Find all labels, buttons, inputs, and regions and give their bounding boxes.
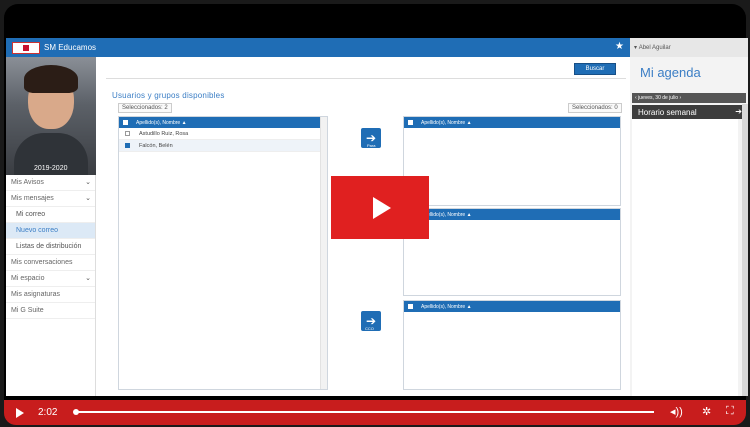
chevron-down-icon: ⌄ bbox=[85, 195, 91, 202]
agenda-scrollbar[interactable] bbox=[742, 104, 748, 396]
row-checkbox[interactable] bbox=[125, 131, 130, 136]
sidebar-item-mensajes[interactable]: Mis mensajes ⌄ bbox=[6, 191, 95, 207]
chevron-down-icon: ⌄ bbox=[85, 179, 91, 186]
volume-icon[interactable]: ◂)) bbox=[670, 405, 683, 418]
select-all-checkbox[interactable] bbox=[408, 304, 413, 309]
recipients-bcc-list: Apellido(s), Nombre ▲ bbox=[403, 300, 621, 390]
section-title: Usuarios y grupos disponibles bbox=[112, 91, 225, 100]
video-progress-track[interactable] bbox=[73, 409, 654, 415]
search-button[interactable]: Buscar bbox=[574, 63, 616, 75]
progress-knob[interactable] bbox=[73, 409, 79, 415]
to-label: Para bbox=[367, 143, 376, 148]
top-bar: SM Educamos ★ bbox=[6, 38, 630, 57]
recipients-to-list: Apellido(s), Nombre ▲ bbox=[403, 116, 621, 206]
sidebar-item-conversaciones[interactable]: Mis conversaciones bbox=[6, 255, 95, 271]
row-checkbox[interactable] bbox=[125, 143, 130, 148]
agenda-panel: ▾ Abel Aguilar Mi agenda ‹ jueves, 30 de… bbox=[630, 38, 748, 396]
date-selector[interactable]: ‹ jueves, 30 de julio › bbox=[632, 93, 746, 103]
sidebar-item-correo[interactable]: Mi correo bbox=[6, 207, 95, 223]
fullscreen-icon[interactable]: ⛶ bbox=[726, 405, 734, 418]
app-name: SM Educamos bbox=[44, 43, 97, 52]
recipients-cc-list: Apellido(s), Nombre ▲ bbox=[403, 208, 621, 296]
list-item[interactable]: Astudillo Ruiz, Rosa bbox=[119, 128, 327, 140]
user-menu[interactable]: ▾ Abel Aguilar bbox=[630, 38, 748, 57]
chevron-down-icon: ⌄ bbox=[85, 275, 91, 282]
sidebar: 2019-2020 Mis Avisos ⌄ Mis mensajes ⌄ Mi c… bbox=[6, 57, 96, 396]
select-all-checkbox[interactable] bbox=[123, 120, 128, 125]
gear-icon[interactable]: ✲ bbox=[702, 405, 711, 418]
arrow-circle-icon: ➔ bbox=[735, 107, 742, 116]
available-users-list: Apellido(s), Nombre ▲ Astudillo Ruiz, Ro… bbox=[118, 116, 328, 390]
sidebar-item-gsuite[interactable]: Mi G Suite bbox=[6, 303, 95, 319]
sidebar-item-avisos[interactable]: Mis Avisos ⌄ bbox=[6, 175, 95, 191]
video-play-button[interactable] bbox=[331, 176, 429, 239]
list-scrollbar[interactable] bbox=[320, 117, 327, 389]
sidebar-item-listas[interactable]: Listas de distribución bbox=[6, 239, 95, 255]
weekly-schedule-button[interactable]: Horario semanal ➔ bbox=[632, 105, 746, 119]
agenda-title: Mi agenda bbox=[640, 65, 701, 80]
star-icon[interactable]: ★ bbox=[615, 41, 624, 52]
list-header: Apellido(s), Nombre ▲ bbox=[119, 117, 327, 128]
bcc-label: CCO bbox=[365, 326, 374, 331]
sidebar-item-asignaturas[interactable]: Mis asignaturas bbox=[6, 287, 95, 303]
list-item[interactable]: Falcón, Belén bbox=[119, 140, 327, 152]
selected-counter-right: Seleccionados: 0 bbox=[568, 103, 622, 113]
agenda-body bbox=[632, 119, 738, 396]
video-control-bar: 2:02 ◂)) ✲ ⛶ bbox=[4, 400, 746, 425]
video-time: 2:02 bbox=[38, 407, 58, 418]
sidebar-item-nuevo-correo[interactable]: Nuevo correo bbox=[6, 223, 95, 239]
user-avatar: 2019-2020 bbox=[6, 57, 96, 175]
sm-logo bbox=[12, 41, 40, 54]
search-row bbox=[106, 60, 626, 79]
school-year: 2019-2020 bbox=[34, 165, 68, 172]
user-name: Abel Aguilar bbox=[638, 44, 671, 51]
select-all-checkbox[interactable] bbox=[408, 120, 413, 125]
sidebar-item-espacio[interactable]: Mi espacio ⌄ bbox=[6, 271, 95, 287]
play-icon[interactable] bbox=[16, 407, 24, 418]
selected-counter-left: Seleccionados: 2 bbox=[118, 103, 172, 113]
